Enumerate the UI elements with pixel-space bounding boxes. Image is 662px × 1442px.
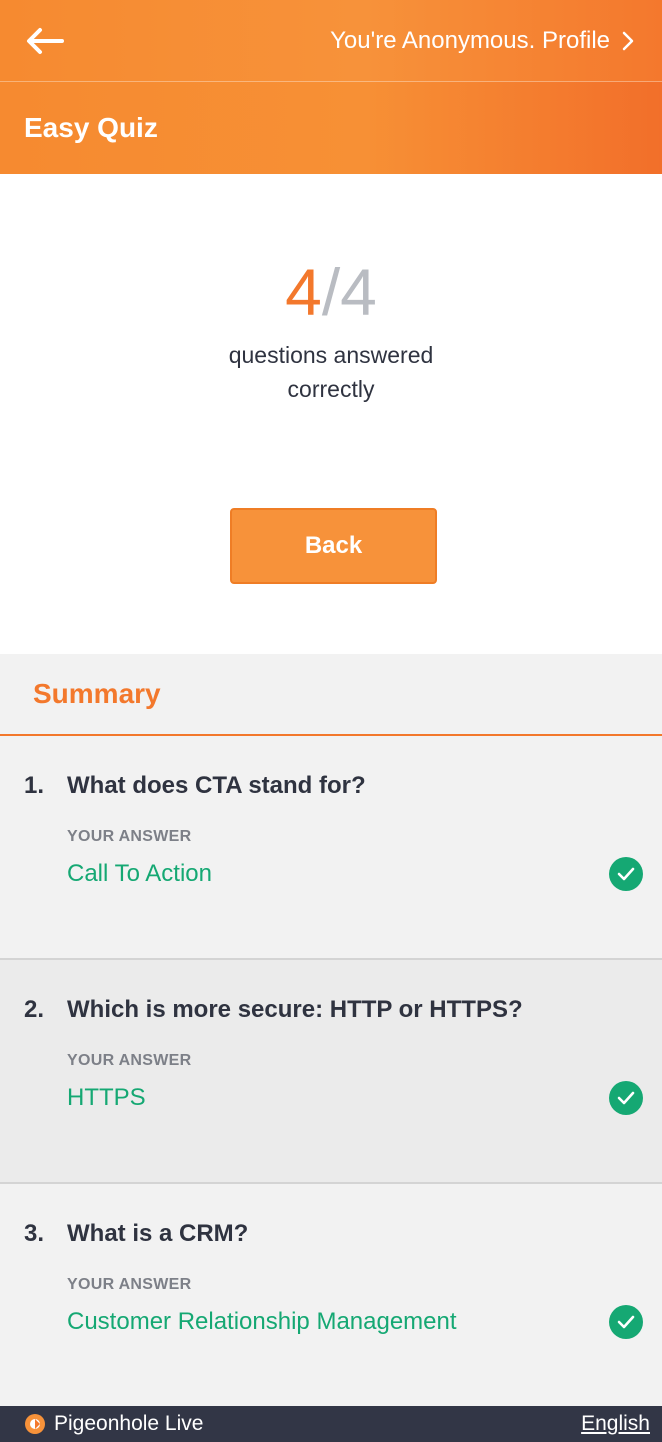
chevron-right-icon xyxy=(622,31,634,50)
score-correct: 4 xyxy=(285,255,322,329)
summary-item: 2. Which is more secure: HTTP or HTTPS? … xyxy=(0,960,662,1184)
footer-bar: Pigeonhole Live English xyxy=(0,1406,662,1442)
pigeonhole-logo-icon xyxy=(25,1414,45,1434)
summary-header: Summary xyxy=(0,654,662,736)
your-answer-label: YOUR ANSWER xyxy=(67,828,192,845)
question-number: 2. xyxy=(24,996,45,1023)
question-number: 3. xyxy=(24,1220,45,1247)
profile-link-label: You're Anonymous. Profile xyxy=(330,26,610,54)
answer-text: Customer Relationship Management xyxy=(67,1308,457,1335)
page-title: Easy Quiz xyxy=(24,112,158,143)
answer-text: HTTPS xyxy=(67,1084,146,1111)
summary-title: Summary xyxy=(33,678,161,709)
score-total: 4 xyxy=(340,255,377,329)
score-display: 4/4 xyxy=(0,252,662,332)
quiz-title-bar: Easy Quiz xyxy=(0,82,662,174)
score-caption: questions answered correctly xyxy=(0,338,662,406)
brand: Pigeonhole Live xyxy=(24,1412,203,1436)
summary-item: 3. What is a CRM? YOUR ANSWER Customer R… xyxy=(0,1184,662,1406)
your-answer-label: YOUR ANSWER xyxy=(67,1276,192,1293)
score-caption-line2: correctly xyxy=(287,376,375,402)
question-text: What is a CRM? xyxy=(67,1220,249,1247)
score-separator: / xyxy=(321,255,341,329)
question-text: What does CTA stand for? xyxy=(67,772,366,799)
top-navigation-bar: You're Anonymous. Profile xyxy=(0,0,662,82)
profile-link[interactable]: You're Anonymous. Profile xyxy=(330,27,634,55)
back-button[interactable]: Back xyxy=(230,508,437,584)
answer-text: Call To Action xyxy=(67,860,212,887)
language-selector[interactable]: English xyxy=(581,1412,650,1436)
back-arrow-icon[interactable] xyxy=(24,19,68,63)
score-section: 4/4 questions answered correctly Back xyxy=(0,174,662,654)
brand-name: Pigeonhole Live xyxy=(54,1412,204,1435)
check-circle-icon xyxy=(609,1305,643,1339)
summary-section: Summary 1. What does CTA stand for? YOUR… xyxy=(0,654,662,1406)
your-answer-label: YOUR ANSWER xyxy=(67,1052,192,1069)
question-text: Which is more secure: HTTP or HTTPS? xyxy=(67,996,523,1023)
check-circle-icon xyxy=(609,1081,643,1115)
check-circle-icon xyxy=(609,857,643,891)
summary-item: 1. What does CTA stand for? YOUR ANSWER … xyxy=(0,736,662,960)
question-number: 1. xyxy=(24,772,45,799)
score-caption-line1: questions answered xyxy=(228,342,434,368)
